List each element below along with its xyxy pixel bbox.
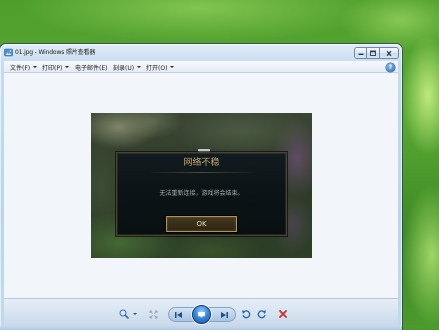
rotate-counterclockwise-button[interactable] xyxy=(241,309,251,319)
menu-open-label: 打开(O) xyxy=(146,64,168,72)
image-viewport: 网络不稳 无法重新连接，游戏将会结束。 OK xyxy=(4,73,398,298)
maximize-button[interactable] xyxy=(367,47,380,59)
desktop: 01.jpg - Windows 照片查看器 文件(F) 打印(P) 电子邮件(… xyxy=(0,0,439,330)
menu-email[interactable]: 电子邮件(E) xyxy=(75,61,107,73)
navigation-toolbar xyxy=(4,298,398,326)
help-icon[interactable]: ? xyxy=(386,62,395,72)
menu-print-label: 打印(P) xyxy=(42,64,63,72)
close-button[interactable] xyxy=(380,47,399,59)
displayed-photo: 网络不稳 无法重新连接，游戏将会结束。 OK xyxy=(91,113,312,258)
zoom-icon xyxy=(119,309,129,319)
dropdown-arrow-icon xyxy=(137,66,142,68)
dialog-title: 网络不稳 xyxy=(183,158,220,168)
maximize-icon xyxy=(370,50,376,56)
close-icon xyxy=(386,50,392,56)
window-controls xyxy=(354,47,399,59)
window-bottom-border xyxy=(0,326,402,330)
window-title: 01.jpg - Windows 照片查看器 xyxy=(15,49,96,56)
actual-size-icon xyxy=(149,310,158,318)
menu-file[interactable]: 文件(F) xyxy=(10,61,38,73)
next-button[interactable] xyxy=(220,311,229,319)
slideshow-icon xyxy=(198,311,205,318)
dialog-ok-button: OK xyxy=(166,216,237,232)
rotate-counterclockwise-icon xyxy=(242,310,251,319)
dropdown-arrow-icon xyxy=(33,66,38,68)
rotate-clockwise-button[interactable] xyxy=(257,309,267,319)
dropdown-arrow-icon xyxy=(65,66,70,68)
minimize-button[interactable] xyxy=(354,47,367,59)
menu-open[interactable]: 打开(O) xyxy=(146,61,175,73)
dropdown-arrow-icon xyxy=(170,66,175,68)
zoom-button[interactable] xyxy=(119,309,129,319)
navigation-group xyxy=(168,305,236,324)
photo-viewer-window: 01.jpg - Windows 照片查看器 文件(F) 打印(P) 电子邮件(… xyxy=(0,44,402,330)
menu-file-label: 文件(F) xyxy=(10,64,31,72)
slideshow-button[interactable] xyxy=(192,305,211,324)
menu-burn[interactable]: 刻录(U) xyxy=(113,61,142,73)
menu-bar: 文件(F) 打印(P) 电子邮件(E) 刻录(U) 打开(O) ? xyxy=(4,61,398,73)
minimize-icon xyxy=(358,53,363,55)
rotate-clockwise-icon xyxy=(257,310,266,319)
previous-icon xyxy=(175,312,182,318)
zoom-dropdown-arrow-icon[interactable] xyxy=(133,313,137,315)
game-error-dialog: 网络不稳 无法重新连接，游戏将会结束。 OK xyxy=(116,152,287,236)
delete-icon xyxy=(279,310,287,318)
menu-print[interactable]: 打印(P) xyxy=(42,61,70,73)
title-bar[interactable]: 01.jpg - Windows 照片查看器 xyxy=(0,44,402,61)
delete-button[interactable] xyxy=(278,309,288,319)
dialog-divider xyxy=(147,172,257,173)
dialog-message: 无法重新连接，游戏将会结束。 xyxy=(159,190,244,197)
menu-burn-label: 刻录(U) xyxy=(113,64,135,72)
photo-viewer-icon xyxy=(4,48,13,57)
previous-button[interactable] xyxy=(174,311,183,319)
next-icon xyxy=(221,312,228,318)
menu-email-label: 电子邮件(E) xyxy=(75,64,108,72)
actual-size-button[interactable] xyxy=(149,310,158,319)
